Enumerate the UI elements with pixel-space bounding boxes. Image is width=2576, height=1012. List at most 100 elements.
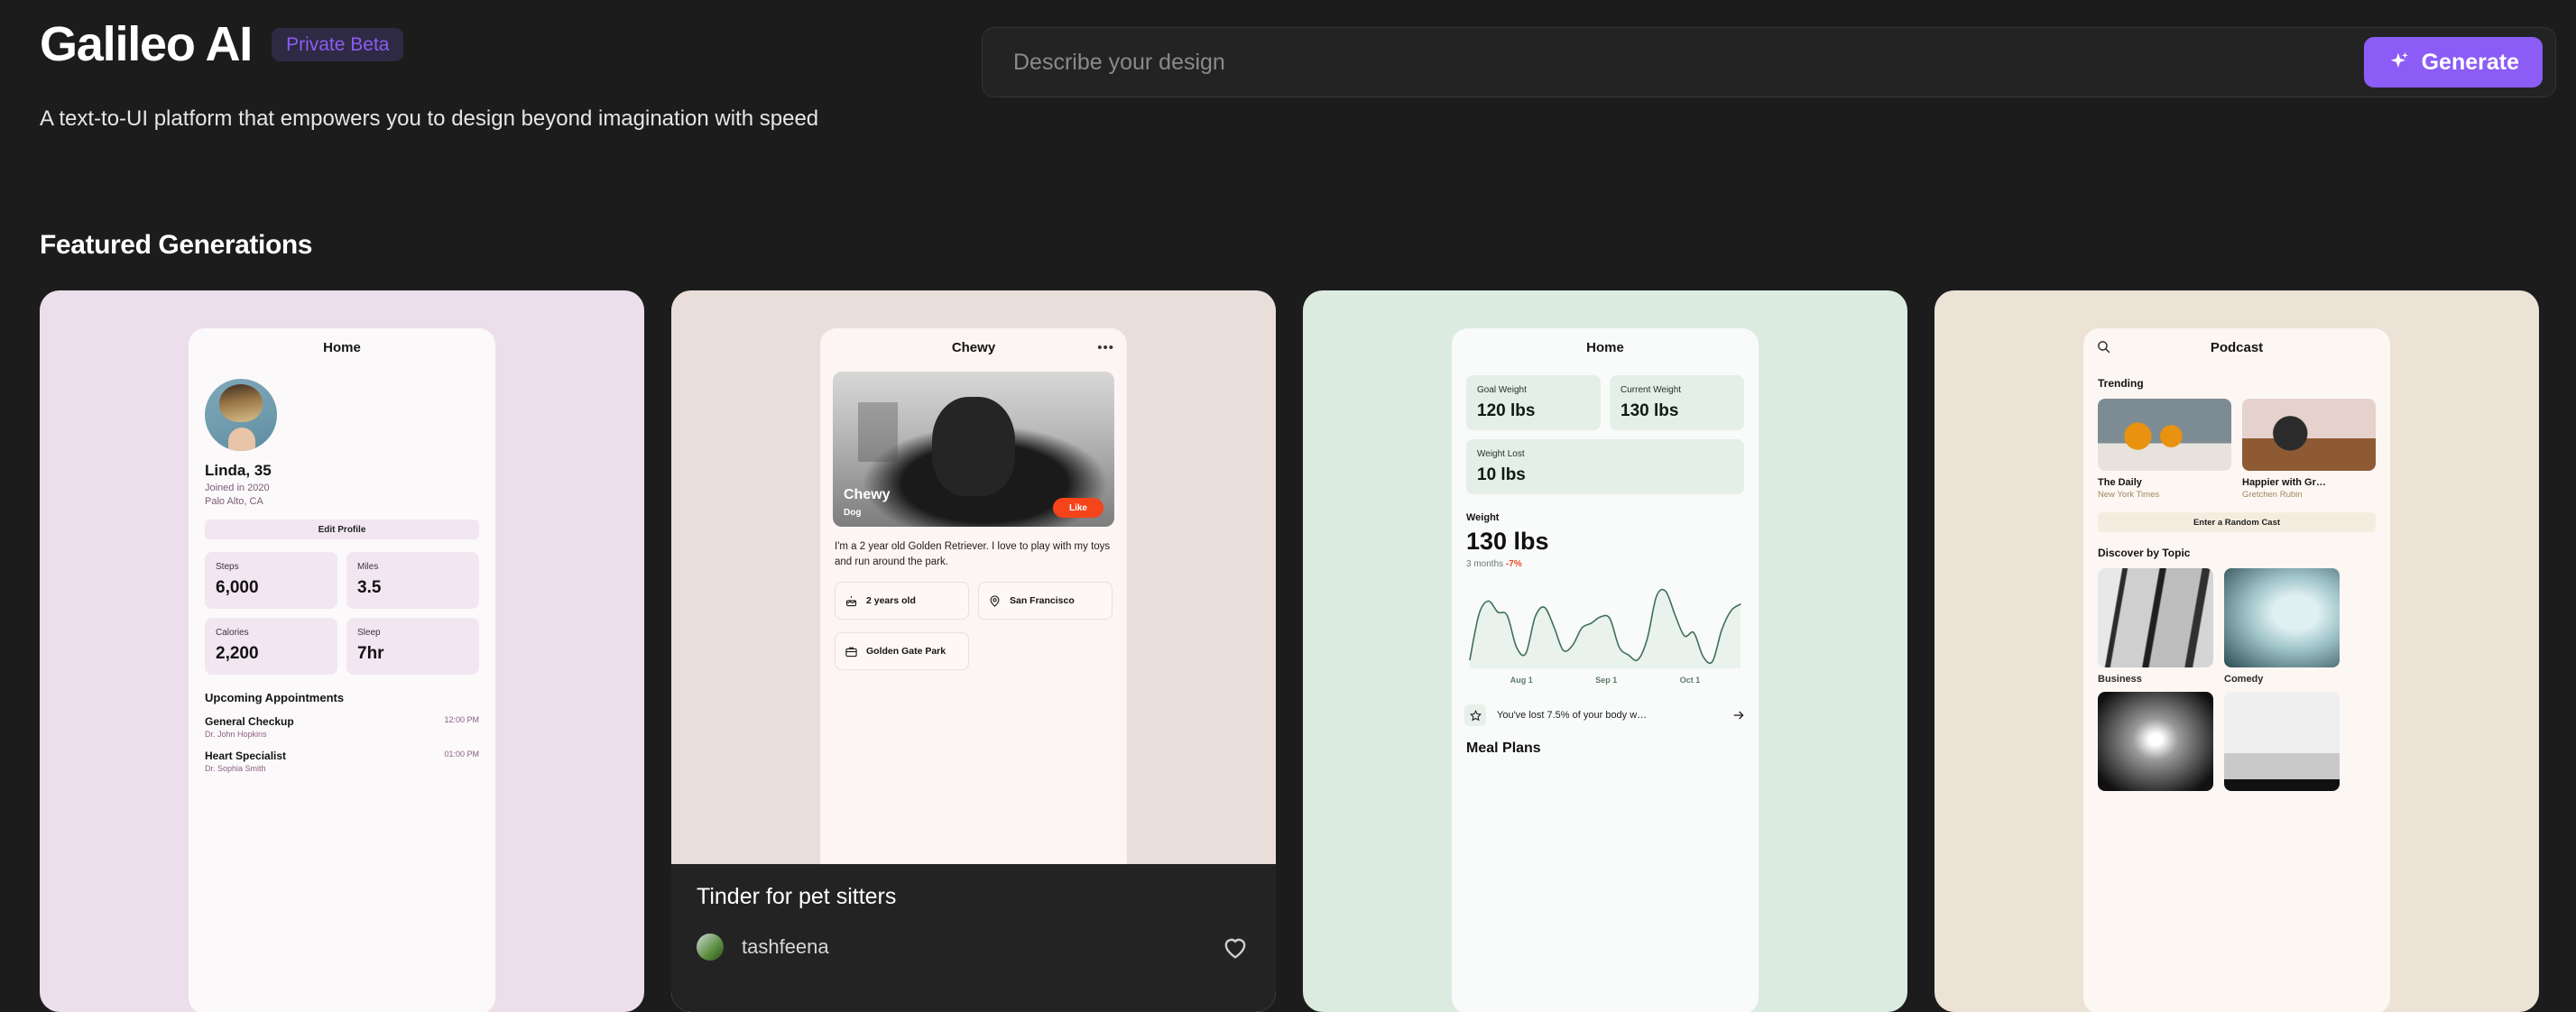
appointment-time: 01:00 PM: [444, 750, 479, 759]
pet-chip-age[interactable]: 2 years old: [835, 582, 969, 621]
card-caption: Tinder for pet sitters tashfeena: [671, 864, 1276, 1012]
phone-header-title: Podcast: [2210, 339, 2264, 355]
tile-label: Weight Lost: [1477, 449, 1525, 459]
avatar: [697, 934, 724, 961]
appointment-title: General Checkup: [205, 715, 294, 728]
pet-chip-location[interactable]: San Francisco: [978, 582, 1113, 621]
generation-card[interactable]: Chewy ••• Chewy Dog Like I'm a 2 year ol…: [671, 290, 1276, 1012]
appointment-row[interactable]: General Checkup Dr. John Hopkins 12:00 P…: [205, 715, 479, 739]
appointment-title: Heart Specialist: [205, 750, 287, 762]
prompt-bar[interactable]: Generate: [982, 27, 2556, 97]
trending-row: The Daily New York Times Happier with Gr…: [2098, 399, 2390, 500]
topic-row: [2098, 692, 2390, 791]
phone-header: Podcast: [2083, 328, 2390, 366]
location-icon: [988, 594, 1002, 608]
pet-photo: Chewy Dog Like: [833, 372, 1114, 527]
generation-card[interactable]: Home Goal Weight 120 lbs Current Weight …: [1303, 290, 1907, 1012]
topic-item[interactable]: Business: [2098, 568, 2213, 685]
tile-value: 130 lbs: [1620, 401, 1679, 420]
phone-header: Chewy •••: [820, 328, 1127, 366]
podcast-subtitle: New York Times: [2098, 490, 2160, 500]
avatar: [205, 379, 277, 451]
phone-mock-weight: Home Goal Weight 120 lbs Current Weight …: [1452, 328, 1759, 1012]
phone-header: Home: [189, 328, 495, 366]
pet-chip-row: 2 years old San Francisco: [835, 582, 1113, 621]
page-title: Featured Generations: [40, 230, 313, 260]
topic-item[interactable]: [2224, 692, 2340, 791]
brand-row: Galileo AI Private Beta: [40, 17, 404, 71]
trending-title: Trending: [2098, 377, 2144, 390]
appointment-time: 12:00 PM: [444, 715, 479, 724]
generate-button[interactable]: Generate: [2363, 37, 2543, 87]
pet-chip-label: Golden Gate Park: [866, 645, 946, 657]
chart-x-axis: Aug 1 Sep 1 Oct 1: [1479, 676, 1731, 685]
current-weight-tile: Current Weight 130 lbs: [1610, 375, 1744, 430]
heart-icon[interactable]: [1220, 932, 1251, 962]
weight-delta-value: -7%: [1505, 559, 1522, 569]
cake-icon: [845, 594, 858, 608]
stat-label: Steps: [216, 562, 239, 572]
more-options-icon[interactable]: •••: [1097, 341, 1114, 354]
phone-mock-profile: Home Linda, 35 Joined in 2020 Palo Alto,…: [189, 328, 495, 1012]
generation-card[interactable]: Home Linda, 35 Joined in 2020 Palo Alto,…: [40, 290, 644, 1012]
star-icon: [1464, 704, 1486, 726]
tile-label: Current Weight: [1620, 385, 1682, 395]
card-author[interactable]: tashfeena: [742, 935, 829, 959]
topic-item[interactable]: Comedy: [2224, 568, 2340, 685]
weight-lost-tile: Weight Lost 10 lbs: [1466, 439, 1744, 494]
profile-joined: Joined in 2020: [205, 483, 270, 493]
stat-value: 3.5: [357, 578, 382, 597]
generation-card[interactable]: Podcast Trending The Daily New York Time…: [1934, 290, 2539, 1012]
private-beta-badge: Private Beta: [272, 27, 404, 61]
sparkle-icon: [2387, 51, 2411, 74]
phone-header-title: Home: [1586, 339, 1624, 355]
stat-tile: Steps 6,000: [205, 552, 337, 609]
search-icon[interactable]: [2096, 339, 2111, 354]
pet-kind: Dog: [844, 508, 862, 518]
edit-profile-button[interactable]: Edit Profile: [205, 520, 479, 539]
like-button[interactable]: Like: [1052, 498, 1103, 518]
podcast-item[interactable]: Happier with Gr… Gretchen Rubin: [2242, 399, 2376, 500]
insight-banner[interactable]: You've lost 7.5% of your body w…: [1464, 704, 1746, 726]
weight-delta: 3 months -7%: [1466, 559, 1759, 569]
brand-title: Galileo AI: [40, 17, 253, 71]
prompt-input[interactable]: [1013, 49, 2364, 76]
weight-tile-grid: Goal Weight 120 lbs Current Weight 130 l…: [1466, 375, 1744, 494]
phone-header-title: Chewy: [951, 339, 996, 355]
appointment-row[interactable]: Heart Specialist Dr. Sophia Smith 01:00 …: [205, 750, 479, 773]
profile-location: Palo Alto, CA: [205, 496, 263, 507]
stat-label: Miles: [357, 562, 379, 572]
tile-value: 10 lbs: [1477, 465, 1526, 484]
podcast-thumbnail: [2242, 399, 2376, 471]
x-tick-label: Aug 1: [1510, 676, 1533, 685]
podcast-subtitle: Gretchen Rubin: [2242, 490, 2303, 500]
arrow-right-icon[interactable]: [1731, 708, 1746, 722]
meal-plans-title: Meal Plans: [1466, 741, 1541, 756]
enter-random-cast-button[interactable]: Enter a Random Cast: [2098, 512, 2376, 532]
podcast-thumbnail: [2098, 399, 2231, 471]
stat-value: 7hr: [357, 644, 384, 663]
briefcase-icon: [845, 645, 858, 658]
weight-line-chart: [1464, 578, 1746, 668]
stat-value: 2,200: [216, 644, 259, 663]
tile-value: 120 lbs: [1477, 401, 1536, 420]
phone-mock-podcast: Podcast Trending The Daily New York Time…: [2083, 328, 2390, 1012]
topic-label: Business: [2098, 674, 2142, 685]
podcast-item[interactable]: The Daily New York Times: [2098, 399, 2231, 500]
x-tick-label: Sep 1: [1595, 676, 1618, 685]
stat-tile: Miles 3.5: [346, 552, 479, 609]
goal-weight-tile: Goal Weight 120 lbs: [1466, 375, 1601, 430]
podcast-title: The Daily: [2098, 477, 2142, 488]
tagline: A text-to-UI platform that empowers you …: [40, 106, 819, 131]
pet-bio: I'm a 2 year old Golden Retriever. I lov…: [835, 541, 1111, 567]
topic-image: [2224, 692, 2340, 791]
topic-item[interactable]: [2098, 692, 2213, 791]
topic-image: [2224, 568, 2340, 667]
phone-header: Home: [1452, 328, 1759, 366]
appointment-doctor: Dr. Sophia Smith: [205, 764, 266, 773]
profile-name: Linda, 35: [205, 462, 272, 479]
stat-tile: Sleep 7hr: [346, 618, 479, 675]
pet-chip-park[interactable]: Golden Gate Park: [835, 632, 969, 671]
pet-name: Chewy: [844, 487, 891, 502]
topic-row: Business Comedy: [2098, 568, 2390, 685]
